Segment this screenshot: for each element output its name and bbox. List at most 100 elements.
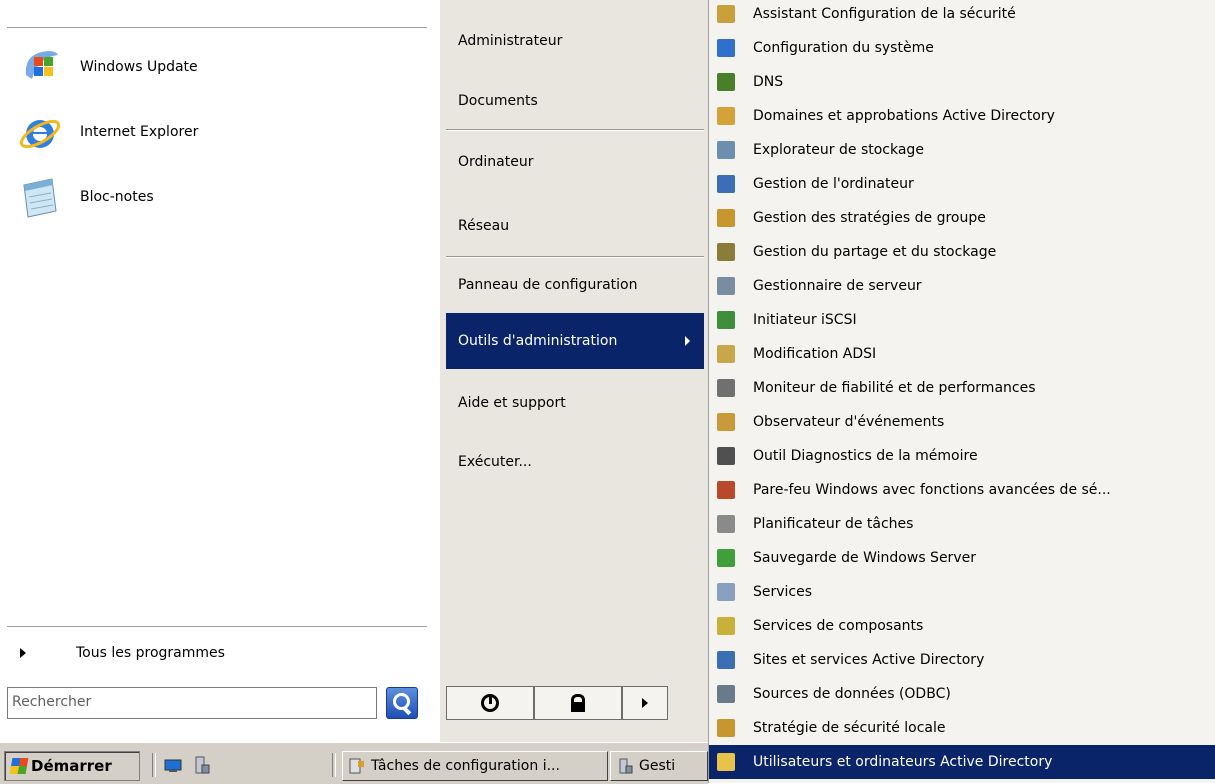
start-menu-programs-pane: Windows Update Internet Explorer Bloc-no (0, 0, 441, 742)
admin-tool-item[interactable]: Gestion des stratégies de groupe (709, 201, 1215, 235)
share-storage-icon (717, 243, 735, 261)
place-ordinateur[interactable]: Ordinateur (458, 147, 534, 177)
admin-tool-item[interactable]: Planificateur de tâches (709, 507, 1215, 541)
top-separator (7, 27, 427, 29)
admin-tool-label: Configuration du système (753, 40, 934, 56)
taskbar-button-server-manager[interactable]: Gesti (610, 751, 708, 781)
search-input[interactable] (8, 688, 376, 716)
all-programs-label: Tous les programmes (76, 645, 225, 661)
place-reseau[interactable]: Réseau (458, 211, 509, 241)
windows-update-icon (18, 45, 62, 89)
admin-tool-label: Planificateur de tâches (753, 516, 914, 532)
all-programs-button[interactable]: Tous les programmes (20, 640, 420, 666)
admin-tool-item[interactable]: Gestion du partage et du stockage (709, 235, 1215, 269)
chevron-right-icon (642, 698, 648, 708)
admin-tool-item[interactable]: Sites et services Active Directory (709, 643, 1215, 677)
services-icon (717, 583, 735, 601)
ad-sites-icon (717, 651, 735, 669)
power-options-button[interactable] (622, 686, 668, 720)
server-manager-quicklaunch-icon[interactable] (192, 756, 210, 774)
admin-tool-item[interactable]: Pare-feu Windows avec fonctions avancées… (709, 473, 1215, 507)
place-documents[interactable]: Documents (458, 86, 538, 116)
places-separator (446, 129, 704, 131)
ad-users-icon (717, 753, 735, 771)
backup-icon (717, 549, 735, 567)
power-button[interactable] (446, 686, 534, 720)
admin-tool-item[interactable]: Initiateur iSCSI (709, 303, 1215, 337)
place-aide-support[interactable]: Aide et support (458, 388, 566, 418)
start-label: Démarrer (31, 757, 112, 775)
search-icon[interactable] (386, 687, 418, 719)
admin-tool-item[interactable]: Sources de données (ODBC) (709, 677, 1215, 711)
admin-tool-label: Domaines et approbations Active Director… (753, 108, 1055, 124)
admin-tool-label: Pare-feu Windows avec fonctions avancées… (753, 482, 1111, 498)
admin-tool-item[interactable]: Sauvegarde de Windows Server (709, 541, 1215, 575)
taskbar-button-config-tasks[interactable]: Tâches de configuration i... (342, 751, 608, 781)
admin-tool-item[interactable]: Moniteur de fiabilité et de performances (709, 371, 1215, 405)
submenu-arrow-icon (685, 336, 690, 346)
search-box[interactable] (7, 687, 377, 719)
place-label: Réseau (458, 218, 510, 234)
show-desktop-icon[interactable] (164, 756, 182, 774)
admin-tool-label: Sources de données (ODBC) (753, 686, 951, 702)
gpo-icon (717, 209, 735, 227)
perf-monitor-icon (717, 379, 735, 397)
admin-tool-item[interactable]: Services de composants (709, 609, 1215, 643)
taskbar-button-label: Tâches de configuration i... (371, 758, 560, 774)
admin-tool-label: Services (753, 584, 813, 600)
admin-tool-label: Explorateur de stockage (753, 142, 924, 158)
start-menu-places-pane: Administrateur Documents Ordinateur Rése… (440, 0, 710, 742)
admin-tool-item[interactable]: Configuration du système (709, 31, 1215, 65)
admin-tool-item[interactable]: Gestionnaire de serveur (709, 269, 1215, 303)
dns-icon (717, 73, 735, 91)
admin-tool-item[interactable]: Explorateur de stockage (709, 133, 1215, 167)
bottom-separator (7, 626, 427, 627)
admin-tool-label: Services de composants (753, 618, 924, 634)
windows-logo-icon (9, 758, 29, 774)
place-panneau-configuration[interactable]: Panneau de configuration (458, 270, 637, 300)
server-manager-icon (619, 758, 633, 774)
taskbar: Démarrer Tâches de configuration i... Ge… (0, 742, 708, 784)
admin-tool-label: Sites et services Active Directory (753, 652, 985, 668)
admin-tool-item[interactable]: Services (709, 575, 1215, 609)
memory-diag-icon (717, 447, 735, 465)
admin-tool-label: Gestionnaire de serveur (753, 278, 922, 294)
admin-tool-item[interactable]: Domaines et approbations Active Director… (709, 99, 1215, 133)
admin-tool-label: Stratégie de sécurité locale (753, 720, 946, 736)
admin-tool-item[interactable]: Observateur d'événements (709, 405, 1215, 439)
config-tasks-icon (349, 758, 364, 774)
admin-tool-item[interactable]: Assistant Configuration de la sécurité (709, 0, 1215, 31)
internet-explorer-icon (18, 110, 62, 154)
place-administrateur[interactable]: Administrateur (458, 26, 562, 56)
admin-tool-label: Moniteur de fiabilité et de performances (753, 380, 1036, 396)
lock-body (571, 702, 585, 712)
admin-tool-label: Utilisateurs et ordinateurs Active Direc… (753, 754, 1053, 770)
admin-tool-item[interactable]: Modification ADSI (709, 337, 1215, 371)
admin-tool-label: Outil Diagnostics de la mémoire (753, 448, 978, 464)
pinned-item-windows-update[interactable]: Windows Update (18, 44, 418, 90)
taskbar-button-label: Gesti (639, 758, 676, 774)
admin-tool-item[interactable]: Stratégie de sécurité locale (709, 711, 1215, 745)
admin-tool-label: Observateur d'événements (753, 414, 945, 430)
admin-tool-item[interactable]: Utilisateurs et ordinateurs Active Direc… (709, 745, 1215, 779)
admin-tool-item[interactable]: Gestion de l'ordinateur (709, 167, 1215, 201)
start-button[interactable]: Démarrer (4, 751, 140, 781)
pinned-item-internet-explorer[interactable]: Internet Explorer (18, 109, 418, 155)
lock-button[interactable] (534, 686, 622, 720)
place-label: Panneau de configuration (458, 277, 638, 293)
component-services-icon (717, 617, 735, 635)
place-outils-administration[interactable]: Outils d'administration (446, 313, 704, 369)
pinned-item-notepad[interactable]: Bloc-notes (18, 174, 418, 220)
admin-tool-item[interactable]: DNS (709, 65, 1215, 99)
place-executer[interactable]: Exécuter... (458, 447, 532, 477)
adsi-edit-icon (717, 345, 735, 363)
pinned-item-label: Bloc-notes (80, 189, 154, 205)
msconfig-icon (717, 39, 735, 57)
admin-tool-label: Initiateur iSCSI (753, 312, 857, 328)
pinned-item-label: Windows Update (80, 59, 198, 75)
admin-tool-label: Gestion du partage et du stockage (753, 244, 997, 260)
iscsi-icon (717, 311, 735, 329)
ad-domains-icon (717, 107, 735, 125)
admin-tool-item[interactable]: Outil Diagnostics de la mémoire (709, 439, 1215, 473)
place-label: Ordinateur (458, 154, 534, 170)
